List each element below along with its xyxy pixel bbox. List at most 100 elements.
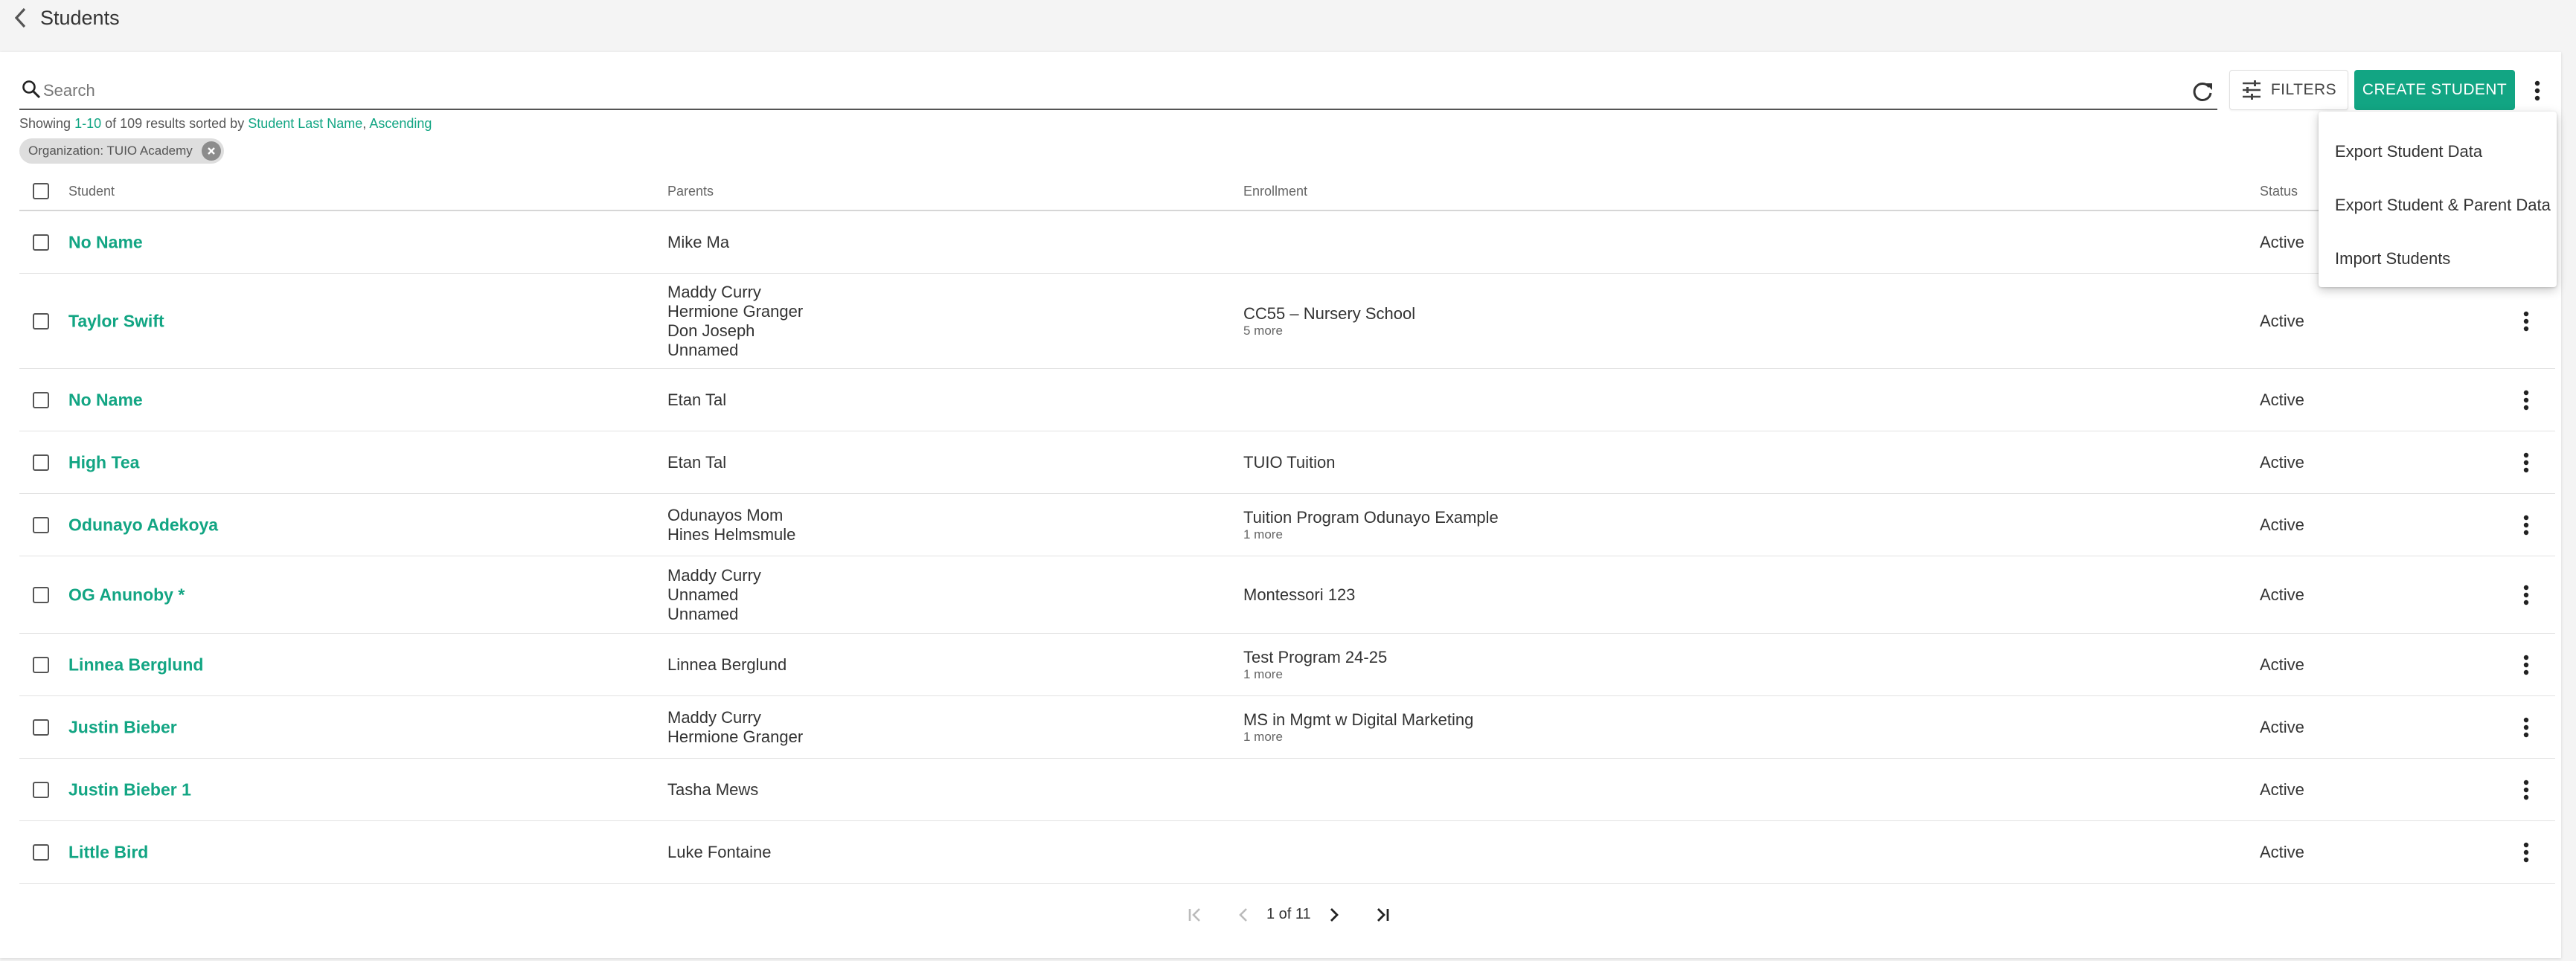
row-checkbox[interactable] <box>33 454 49 471</box>
create-student-button[interactable]: CREATE STUDENT <box>2354 70 2515 110</box>
next-page-icon[interactable] <box>1323 904 1344 925</box>
menu-item-export-student-data[interactable]: Export Student Data <box>2319 125 2557 179</box>
select-all-checkbox[interactable] <box>33 183 49 199</box>
row-more-button[interactable] <box>2515 649 2537 681</box>
status-text: Active <box>2260 842 2304 861</box>
parents-cell: Linnea Berglund <box>667 655 786 675</box>
sort-field-link[interactable]: Student Last Name <box>248 116 362 131</box>
row-more-button[interactable] <box>2515 579 2537 611</box>
parent-name: Unnamed <box>667 340 739 359</box>
table-row: OG Anunoby * Maddy Curry Unnamed Unnamed Mon… <box>19 556 2555 634</box>
sort-direction-link[interactable]: Ascending <box>369 116 432 131</box>
parent-name: Etan Tal <box>667 452 727 472</box>
student-name-link[interactable]: High Tea <box>68 452 139 472</box>
last-page-icon[interactable] <box>1372 904 1393 925</box>
row-checkbox[interactable] <box>33 391 49 408</box>
table-row: No Name Etan Tal Active <box>19 369 2555 431</box>
status-text: Active <box>2260 780 2304 799</box>
table-row: Justin Bieber 1 Tasha Mews Active <box>19 759 2555 821</box>
row-checkbox[interactable] <box>33 516 49 533</box>
student-name-link[interactable]: Odunayo Adekoya <box>68 515 218 535</box>
enrollment-program: TUIO Tuition <box>1243 452 1336 472</box>
student-name-link[interactable]: Taylor Swift <box>68 311 164 331</box>
row-checkbox[interactable] <box>33 656 49 673</box>
table-row: No Name Mike Ma Active <box>19 211 2555 274</box>
row-checkbox[interactable] <box>33 781 49 798</box>
enrollment-cell: Montessori 123 <box>1243 585 1355 605</box>
table-row: Taylor Swift Maddy Curry Hermione Granger D… <box>19 274 2555 369</box>
table-row: Little Bird Luke Fontaine Active <box>19 821 2555 884</box>
student-name-link[interactable]: Linnea Berglund <box>68 655 203 675</box>
student-name-link[interactable]: No Name <box>68 390 143 410</box>
parent-name: Linnea Berglund <box>667 655 787 674</box>
parent-name: Don Joseph <box>667 321 755 340</box>
row-checkbox[interactable] <box>33 843 49 861</box>
enrollment-cell: TUIO Tuition <box>1243 453 1335 472</box>
row-checkbox[interactable] <box>33 234 49 251</box>
table-row: Justin Bieber Maddy Curry Hermione Granger… <box>19 696 2555 759</box>
search-input[interactable] <box>43 77 2186 104</box>
enrollment-program: Montessori 123 <box>1243 585 1356 604</box>
back-button[interactable] <box>6 3 36 33</box>
student-name-link[interactable]: Little Bird <box>68 842 148 862</box>
enrollment-cell: CC55 – Nursery School 5 more <box>1243 304 1415 338</box>
status-text: Active <box>2260 717 2304 736</box>
first-page-icon[interactable] <box>1185 904 1205 925</box>
row-more-button[interactable] <box>2515 305 2537 338</box>
parent-name: Luke Fontaine <box>667 842 772 861</box>
row-more-button[interactable] <box>2515 446 2537 479</box>
status-text: Active <box>2260 655 2304 674</box>
table-row: High Tea Etan Tal TUIO Tuition Active <box>19 431 2555 494</box>
student-name-link[interactable]: No Name <box>68 232 143 252</box>
menu-item-export-student-parent-data[interactable]: Export Student & Parent Data <box>2319 179 2557 232</box>
student-name-link[interactable]: OG Anunoby * <box>68 585 185 605</box>
more-vert-icon <box>2534 80 2540 101</box>
refresh-icon[interactable] <box>2189 79 2216 106</box>
filters-button[interactable]: FILTERS <box>2229 70 2348 110</box>
table-row: Linnea Berglund Linnea Berglund Test Progr… <box>19 634 2555 696</box>
row-checkbox[interactable] <box>33 312 49 330</box>
enrollment-more: 1 more <box>1243 666 1283 681</box>
parent-name: Hines Helmsmule <box>667 524 796 544</box>
status-text: Active <box>2260 390 2304 409</box>
previous-page-icon[interactable] <box>1234 904 1255 925</box>
results-sep: , <box>362 116 370 131</box>
parent-name: Hermione Granger <box>667 301 804 321</box>
student-name-link[interactable]: Justin Bieber <box>68 717 177 737</box>
results-summary: Showing 1-10 of 109 results sorted by St… <box>19 116 432 132</box>
status-text: Active <box>2260 585 2304 604</box>
close-circle-icon[interactable] <box>201 141 221 161</box>
column-student[interactable]: Student <box>68 171 115 211</box>
parents-cell: Etan Tal <box>667 390 726 410</box>
parent-name: Mike Ma <box>667 232 730 251</box>
parent-name: Maddy Curry <box>667 707 761 727</box>
column-status[interactable]: Status <box>2260 171 2298 211</box>
status-text: Active <box>2260 452 2304 472</box>
chevron-left-icon <box>14 7 26 28</box>
student-name-link[interactable]: Justin Bieber 1 <box>68 780 191 800</box>
row-more-button[interactable] <box>2515 509 2537 541</box>
row-more-button[interactable] <box>2515 836 2537 869</box>
status-text: Active <box>2260 515 2304 534</box>
parents-cell: Odunayos Mom Hines Helmsmule <box>667 506 795 544</box>
filter-chip: Organization: TUIO Academy <box>19 138 224 164</box>
parents-cell: Luke Fontaine <box>667 843 771 862</box>
more-options-button[interactable] <box>2524 74 2551 107</box>
row-more-button[interactable] <box>2515 384 2537 417</box>
students-card: FILTERS CREATE STUDENT Showing 1-10 of 1… <box>0 52 2561 958</box>
more-vert-icon <box>2523 311 2529 331</box>
results-range: 1-10 <box>74 116 102 131</box>
enrollment-program: Test Program 24-25 <box>1243 647 1388 666</box>
row-more-button[interactable] <box>2515 774 2537 806</box>
status-text: Active <box>2260 311 2304 330</box>
row-checkbox[interactable] <box>33 719 49 736</box>
search-bar <box>19 74 2217 110</box>
more-vert-icon <box>2523 780 2529 800</box>
table-row: Odunayo Adekoya Odunayos Mom Hines Helmsmu… <box>19 494 2555 556</box>
row-more-button[interactable] <box>2515 711 2537 744</box>
enrollment-more: 5 more <box>1243 323 1283 338</box>
enrollment-cell: Test Program 24-25 1 more <box>1243 648 1387 682</box>
row-checkbox[interactable] <box>33 586 49 603</box>
table-header: Student Parents Enrollment Status <box>19 171 2555 211</box>
menu-item-import-students[interactable]: Import Students <box>2319 232 2557 286</box>
